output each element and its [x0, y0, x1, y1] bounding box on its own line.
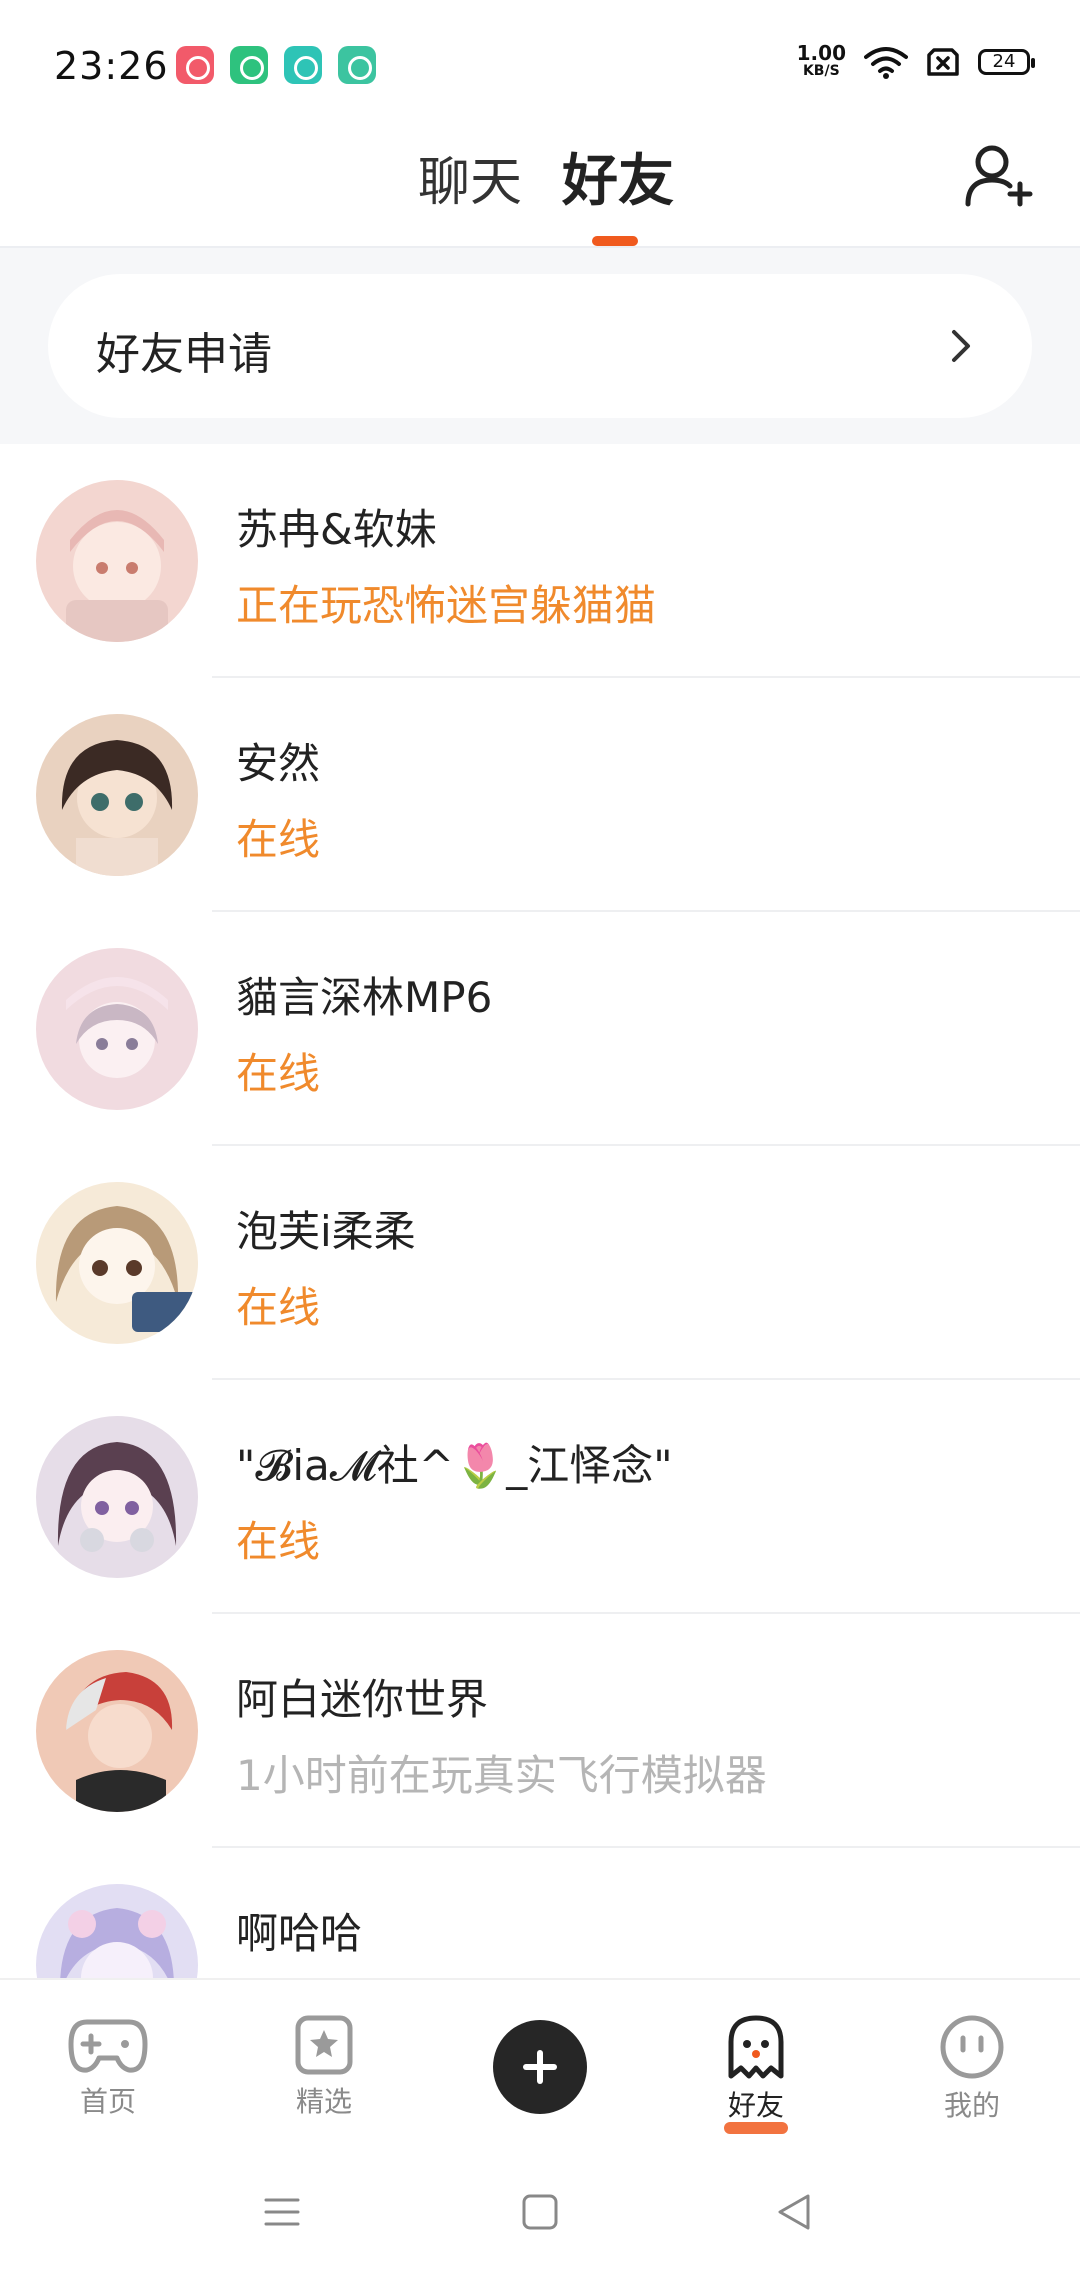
gamepad-icon: [68, 2019, 148, 2073]
friend-status: 1小时前在玩真实飞行模拟器: [236, 1751, 767, 1800]
star-bookmark-icon: [295, 2015, 353, 2075]
avatar[interactable]: [36, 714, 198, 876]
back-icon[interactable]: [774, 2192, 814, 2232]
home-icon[interactable]: [520, 2192, 560, 2232]
app-notification-icon: [176, 46, 214, 84]
friend-name: 阿白迷你世界: [236, 1675, 489, 1724]
avatar[interactable]: [36, 1884, 198, 1978]
friend-list-item[interactable]: 安然 在线: [0, 678, 1080, 912]
system-nav-bar: [0, 2148, 1080, 2280]
nav-home-label: 首页: [79, 2085, 136, 2118]
friend-request-label: 好友申请: [96, 329, 272, 380]
avatar[interactable]: [36, 1416, 198, 1578]
nav-featured-label: 精选: [295, 2085, 352, 2118]
friend-list-item[interactable]: 貓言深林MP6 在线: [0, 912, 1080, 1146]
no-sim-icon: [927, 48, 959, 76]
active-tab-indicator: [592, 236, 638, 246]
battery-indicator: 24: [978, 49, 1035, 75]
nav-mine-label: 我的: [943, 2089, 1000, 2122]
avatar[interactable]: [36, 1650, 198, 1812]
friend-name: 苏冉&软妹: [236, 505, 437, 554]
tab-chat[interactable]: 聊天: [418, 140, 522, 215]
status-time: 23:26: [54, 44, 169, 88]
avatar[interactable]: [36, 1182, 198, 1344]
avatar[interactable]: [36, 480, 198, 642]
network-speed-unit: KB/S: [802, 63, 840, 79]
nav-home[interactable]: 首页: [48, 2014, 168, 2120]
friend-request-section: 好友申请: [0, 248, 1080, 444]
friend-status: 在线: [236, 1517, 321, 1566]
friend-list-item[interactable]: 泡芙i柔柔 在线: [0, 1146, 1080, 1380]
face-icon: [940, 2015, 1004, 2079]
app-notification-icon: [230, 46, 268, 84]
add-user-icon[interactable]: [964, 142, 1034, 212]
network-speed: 1.00 KB/S: [797, 43, 846, 80]
friend-list-item[interactable]: 苏冉&软妹 正在玩恐怖迷宫躲猫猫: [0, 444, 1080, 678]
avatar[interactable]: [36, 948, 198, 1110]
friend-status: 在线: [236, 815, 321, 864]
ghost-icon: [728, 2015, 784, 2079]
status-indicators: 1.00 KB/S 24: [797, 43, 1035, 80]
friend-list: 苏冉&软妹 正在玩恐怖迷宫躲猫猫 安然 在线 貓言深林MP6 在线 泡芙i柔柔 …: [0, 444, 1080, 1978]
friend-name: 貓言深林MP6: [236, 973, 493, 1022]
nav-friends[interactable]: 好友: [696, 2014, 816, 2134]
menu-icon[interactable]: [262, 2192, 302, 2232]
nav-featured[interactable]: 精选: [264, 2014, 384, 2120]
friend-name: 啊哈哈: [236, 1909, 363, 1958]
plus-icon[interactable]: [493, 2020, 587, 2114]
tab-friends[interactable]: 好友: [562, 136, 674, 217]
friend-name: "𝓑ia𝓜社^🌷_江怿念": [236, 1441, 673, 1490]
friend-status: 在线: [236, 1283, 321, 1332]
notification-app-icons: [176, 46, 376, 84]
friend-request-button[interactable]: 好友申请: [48, 274, 1032, 418]
friend-name: 泡芙i柔柔: [236, 1207, 416, 1256]
chevron-right-icon: [952, 330, 970, 362]
friend-name: 安然: [236, 739, 321, 788]
wifi-icon: [864, 47, 908, 79]
active-nav-indicator: [724, 2122, 788, 2134]
friend-list-item[interactable]: 啊哈哈: [0, 1848, 1080, 1978]
nav-friends-label: 好友: [727, 2089, 784, 2122]
friend-list-item[interactable]: "𝓑ia𝓜社^🌷_江怿念" 在线: [0, 1380, 1080, 1614]
bottom-nav: 首页 精选 好友 我的: [0, 1978, 1080, 2148]
app-notification-icon: [338, 46, 376, 84]
top-tab-bar: 聊天 好友: [0, 130, 1080, 248]
nav-mine[interactable]: 我的: [912, 2014, 1032, 2124]
friend-list-item[interactable]: 阿白迷你世界 1小时前在玩真实飞行模拟器: [0, 1614, 1080, 1848]
status-bar: 23:26 1.00 KB/S 24: [0, 0, 1080, 130]
app-notification-icon: [284, 46, 322, 84]
friend-status: 正在玩恐怖迷宫躲猫猫: [236, 581, 657, 630]
friend-status: 在线: [236, 1049, 321, 1098]
